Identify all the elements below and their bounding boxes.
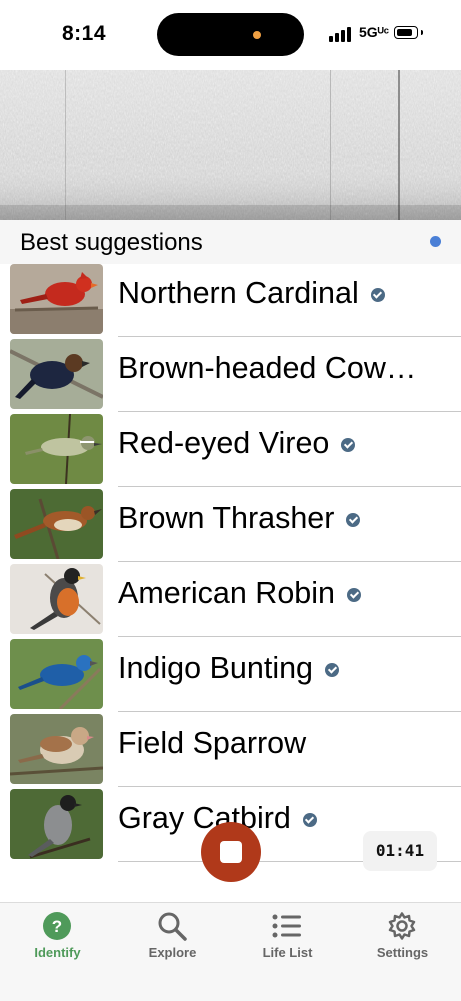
species-name: American Robin: [118, 576, 361, 611]
list-item[interactable]: Brown Thrasher: [0, 487, 461, 562]
gray-catbird-photo: [10, 789, 103, 859]
field-sparrow-photo: [10, 714, 103, 784]
species-name: Brown-headed Cow…: [118, 351, 417, 385]
list-item[interactable]: Northern Cardinal: [0, 262, 461, 337]
brown-thrasher-photo: [10, 489, 103, 559]
battery-icon: [394, 26, 418, 39]
list-item[interactable]: Field Sparrow: [0, 712, 461, 787]
question-circle-icon: ?: [42, 911, 72, 941]
northern-cardinal-photo: [10, 264, 103, 334]
status-bar: 8:14 5Gᵁᶜ: [0, 0, 461, 70]
status-time: 8:14: [62, 22, 107, 45]
mic-indicator-icon: [253, 31, 261, 39]
list-icon: [272, 911, 302, 941]
tab-identify[interactable]: ? Identify: [0, 903, 115, 973]
species-name: Field Sparrow: [118, 726, 307, 760]
live-indicator-icon: [430, 236, 441, 247]
species-name: Northern Cardinal: [118, 276, 385, 311]
recording-timer: 01:41: [363, 831, 437, 871]
dynamic-island: [157, 13, 304, 56]
spectrogram: [0, 70, 461, 220]
stop-icon: [220, 841, 242, 863]
signal-icon: [329, 25, 353, 42]
gear-icon: [387, 911, 417, 941]
list-item[interactable]: American Robin: [0, 562, 461, 637]
species-name: Red-eyed Vireo: [118, 426, 356, 461]
american-robin-photo: [10, 564, 103, 634]
svg-text:?: ?: [52, 917, 62, 936]
brown-headed-cowbird-photo: [10, 339, 103, 409]
search-icon: [157, 911, 187, 941]
tab-explore[interactable]: Explore: [115, 903, 230, 973]
suggestions-header: Best suggestions: [0, 220, 461, 264]
tab-life-list[interactable]: Life List: [230, 903, 345, 973]
list-item[interactable]: Red-eyed Vireo: [0, 412, 461, 487]
tab-label: Identify: [34, 945, 81, 960]
indigo-bunting-photo: [10, 639, 103, 709]
list-item[interactable]: Brown-headed Cow…: [0, 337, 461, 412]
verified-check-icon: [370, 287, 385, 302]
verified-check-icon: [346, 512, 361, 527]
tab-bar: ? Identify Explore Life List Settings: [0, 902, 461, 1001]
species-name: Brown Thrasher: [118, 501, 361, 536]
tab-label: Settings: [376, 945, 429, 960]
network-label: 5Gᵁᶜ: [359, 24, 390, 40]
verified-check-icon: [347, 587, 361, 602]
verified-check-icon: [341, 437, 356, 452]
list-item[interactable]: Indigo Bunting: [0, 637, 461, 712]
red-eyed-vireo-photo: [10, 414, 103, 484]
verified-check-icon: [325, 662, 340, 677]
tab-label: Explore: [148, 945, 197, 960]
suggestions-title: Best suggestions: [20, 229, 203, 256]
tab-settings[interactable]: Settings: [345, 903, 460, 973]
verified-check-icon: [302, 812, 317, 827]
tab-label: Life List: [262, 945, 313, 960]
species-name: Indigo Bunting: [118, 651, 340, 686]
stop-recording-button[interactable]: [201, 822, 261, 882]
